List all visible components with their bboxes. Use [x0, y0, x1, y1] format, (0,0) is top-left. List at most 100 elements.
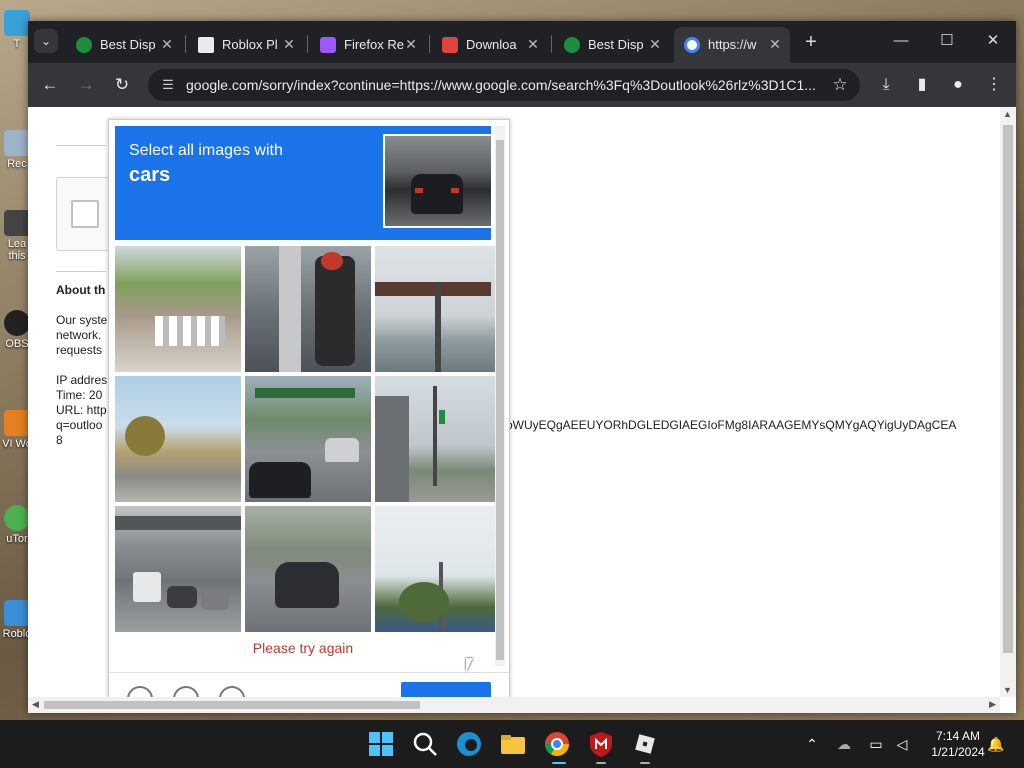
close-icon[interactable]: ✕ — [646, 35, 664, 53]
close-window-button[interactable]: ✕ — [978, 29, 1008, 53]
maximize-button[interactable]: ☐ — [932, 29, 962, 53]
tab-roblox[interactable]: Roblox Pl ✕ — [188, 27, 304, 63]
car — [201, 590, 229, 610]
volume-muted-icon[interactable]: ◁ — [892, 734, 912, 754]
sample-image — [383, 134, 493, 228]
divider — [56, 145, 106, 146]
notification-bell-icon[interactable]: 🔔 — [986, 734, 1006, 754]
app-icon — [4, 10, 30, 36]
taskbar-chrome[interactable] — [542, 729, 572, 759]
captcha-prompt: Select all images with — [129, 142, 283, 159]
tab-strip: ⌄ Best Disp ✕ Roblox Pl ✕ Firefox Re ✕ D… — [28, 21, 1016, 63]
taskbar-roblox[interactable] — [630, 729, 660, 759]
tab-best-display-1[interactable]: Best Disp ✕ — [66, 27, 182, 63]
captcha-target: cars — [129, 164, 171, 186]
browser-toolbar: ← → ↻ ☰ google.com/sorry/index?continue=… — [28, 63, 1016, 107]
reload-button[interactable]: ↻ — [110, 73, 134, 97]
tab-download[interactable]: Downloa ✕ — [432, 27, 548, 63]
minimize-button[interactable]: — — [886, 29, 916, 53]
profile-icon[interactable]: ● — [946, 73, 970, 97]
tab-separator — [307, 35, 308, 53]
taillight — [415, 188, 423, 193]
search-button[interactable] — [410, 729, 440, 759]
text-line: IP addres — [56, 373, 108, 387]
long-url-text: oWUyEQgAEEUYORhDGLEDGIAEGIoFMg8IARAAGEMY… — [506, 418, 957, 432]
recaptcha-checkbox[interactable] — [71, 200, 99, 228]
gantry — [375, 282, 491, 296]
network-icon[interactable]: ▭ — [866, 734, 886, 754]
onedrive-icon[interactable]: ☁ — [834, 734, 854, 754]
url-text[interactable]: google.com/sorry/index?continue=https://… — [186, 77, 818, 93]
tab-google-active[interactable]: https://w ✕ — [674, 27, 790, 63]
taskbar-edge[interactable] — [454, 729, 484, 759]
download-icon[interactable]: ⤓ — [874, 73, 898, 97]
start-button[interactable] — [366, 729, 396, 759]
scroll-right-arrow-icon[interactable]: ▶ — [989, 699, 996, 710]
image-tile-9[interactable] — [375, 506, 501, 632]
tree — [399, 582, 449, 622]
image-tile-7[interactable] — [115, 506, 241, 632]
image-tile-8[interactable] — [245, 506, 371, 632]
scroll-left-arrow-icon[interactable]: ◀ — [32, 699, 39, 710]
bank-icon — [198, 37, 214, 53]
back-button[interactable]: ← — [38, 73, 62, 97]
bookmark-star-icon[interactable]: ☆ — [830, 75, 850, 95]
tab-separator — [429, 35, 430, 53]
running-indicator — [596, 762, 606, 764]
close-icon[interactable]: ✕ — [402, 35, 420, 53]
taskbar-mcafee[interactable] — [586, 729, 616, 759]
scrollbar-thumb[interactable] — [1003, 125, 1013, 653]
site-info-icon[interactable]: ☰ — [160, 77, 176, 93]
audio-challenge-icon[interactable] — [173, 686, 199, 697]
close-icon[interactable]: ✕ — [766, 35, 784, 53]
horizontal-scrollbar[interactable]: ◀ ▶ — [28, 697, 1000, 713]
taskbar: ⌃ ☁ ▭ ◁ 7:14 AM 1/21/2024 🔔 — [0, 720, 1024, 768]
image-tile-1[interactable] — [115, 246, 241, 372]
side-panel-icon[interactable]: ▮ — [910, 73, 934, 97]
tab-firefox[interactable]: Firefox Re ✕ — [310, 27, 426, 63]
tab-search-button[interactable]: ⌄ — [34, 29, 58, 53]
info-icon[interactable] — [219, 686, 245, 697]
extension-icon — [320, 37, 336, 53]
verify-button[interactable] — [401, 682, 491, 697]
image-tile-5[interactable] — [245, 376, 371, 502]
page-content: About th Our syste network. requests IP … — [28, 107, 1000, 697]
scroll-up-arrow-icon[interactable]: ▲ — [1003, 109, 1012, 119]
car — [167, 586, 197, 608]
scrollbar-thumb[interactable] — [44, 701, 420, 709]
close-icon[interactable]: ✕ — [158, 35, 176, 53]
new-tab-button[interactable]: + — [800, 31, 822, 53]
text-line: q=outloo — [56, 418, 103, 432]
taskbar-file-explorer[interactable] — [498, 729, 528, 759]
traffic-light — [439, 410, 445, 424]
image-tile-4[interactable] — [115, 376, 241, 502]
helmet — [321, 252, 343, 270]
vlc-icon — [4, 410, 30, 436]
text-line: Time: 20 — [56, 388, 103, 402]
image-tile-2[interactable] — [245, 246, 371, 372]
scroll-down-arrow-icon[interactable]: ▼ — [1003, 685, 1012, 695]
scrollbar-thumb[interactable] — [496, 140, 504, 660]
image-tile-3[interactable] — [375, 246, 501, 372]
divider — [56, 271, 106, 272]
edge-icon — [457, 732, 481, 756]
forward-button[interactable]: → — [74, 73, 98, 97]
car-shape — [411, 174, 463, 214]
taillight — [451, 188, 459, 193]
tab-separator — [551, 35, 552, 53]
popup-scrollbar[interactable] — [495, 126, 505, 666]
car — [249, 462, 311, 498]
menu-kebab-icon[interactable]: ⋮ — [982, 73, 1006, 97]
overpass — [115, 516, 241, 530]
tab-best-display-2[interactable]: Best Disp ✕ — [554, 27, 670, 63]
vertical-scrollbar[interactable]: ▲ ▼ — [1000, 107, 1016, 697]
captcha-challenge-popup: Select all images with cars Please try a… — [108, 119, 510, 697]
browser-window: ⌄ Best Disp ✕ Roblox Pl ✕ Firefox Re ✕ D… — [28, 21, 1016, 713]
close-icon[interactable]: ✕ — [280, 35, 298, 53]
app-icon — [4, 210, 30, 236]
close-icon[interactable]: ✕ — [524, 35, 542, 53]
chevron-up-icon[interactable]: ⌃ — [802, 734, 822, 754]
reload-challenge-icon[interactable] — [127, 686, 153, 697]
image-tile-6[interactable] — [375, 376, 501, 502]
address-bar[interactable]: ☰ google.com/sorry/index?continue=https:… — [148, 69, 860, 101]
